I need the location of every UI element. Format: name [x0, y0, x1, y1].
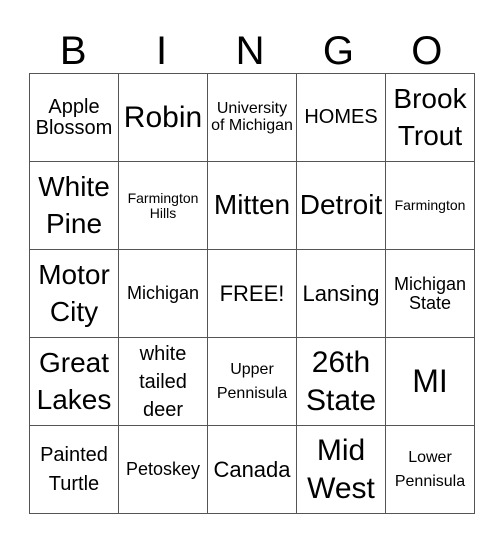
- bingo-cell[interactable]: University of Michigan: [207, 73, 297, 162]
- bingo-cell[interactable]: Upper Pennisula: [207, 337, 297, 426]
- bingo-grid: Apple Blossom Robin University of Michig…: [29, 73, 475, 514]
- bingo-cell[interactable]: white tailed deer: [118, 337, 208, 426]
- header-letter-b: B: [59, 29, 87, 73]
- bingo-cell[interactable]: Mid West: [296, 425, 386, 514]
- bingo-cell[interactable]: Brook Trout: [385, 73, 475, 162]
- grid-row: Great Lakes white tailed deer Upper Penn…: [29, 337, 475, 426]
- bingo-cell[interactable]: HOMES: [296, 73, 386, 162]
- bingo-cell[interactable]: Robin: [118, 73, 208, 162]
- grid-row: Motor City Michigan FREE! Lansing Michig…: [29, 249, 475, 338]
- bingo-cell[interactable]: Mitten: [207, 161, 297, 250]
- bingo-cell[interactable]: Michigan: [118, 249, 208, 338]
- bingo-cell[interactable]: Michigan State: [385, 249, 475, 338]
- grid-row: Painted Turtle Petoskey Canada Mid West …: [29, 425, 475, 514]
- bingo-cell[interactable]: White Pine: [29, 161, 119, 250]
- bingo-cell[interactable]: 26th State: [296, 337, 386, 426]
- bingo-cell[interactable]: Lower Pennisula: [385, 425, 475, 514]
- header-letter-g: G: [322, 29, 354, 73]
- grid-row: Apple Blossom Robin University of Michig…: [29, 73, 475, 162]
- bingo-cell[interactable]: Painted Turtle: [29, 425, 119, 514]
- free-space-cell[interactable]: FREE!: [207, 249, 297, 338]
- bingo-cell[interactable]: Motor City: [29, 249, 119, 338]
- bingo-cell[interactable]: Apple Blossom: [29, 73, 119, 162]
- bingo-cell[interactable]: MI: [385, 337, 475, 426]
- header-letter-i: I: [156, 29, 168, 73]
- bingo-cell[interactable]: Farmington: [385, 161, 475, 250]
- bingo-cell[interactable]: Lansing: [296, 249, 386, 338]
- bingo-cell[interactable]: Canada: [207, 425, 297, 514]
- bingo-cell[interactable]: Detroit: [296, 161, 386, 250]
- bingo-cell[interactable]: Great Lakes: [29, 337, 119, 426]
- bingo-cell[interactable]: Petoskey: [118, 425, 208, 514]
- grid-row: White Pine Farmington Hills Mitten Detro…: [29, 161, 475, 250]
- bingo-header: B I N G O: [29, 28, 471, 74]
- header-letter-o: O: [411, 29, 443, 73]
- bingo-cell[interactable]: Farmington Hills: [118, 161, 208, 250]
- header-letter-n: N: [235, 29, 265, 73]
